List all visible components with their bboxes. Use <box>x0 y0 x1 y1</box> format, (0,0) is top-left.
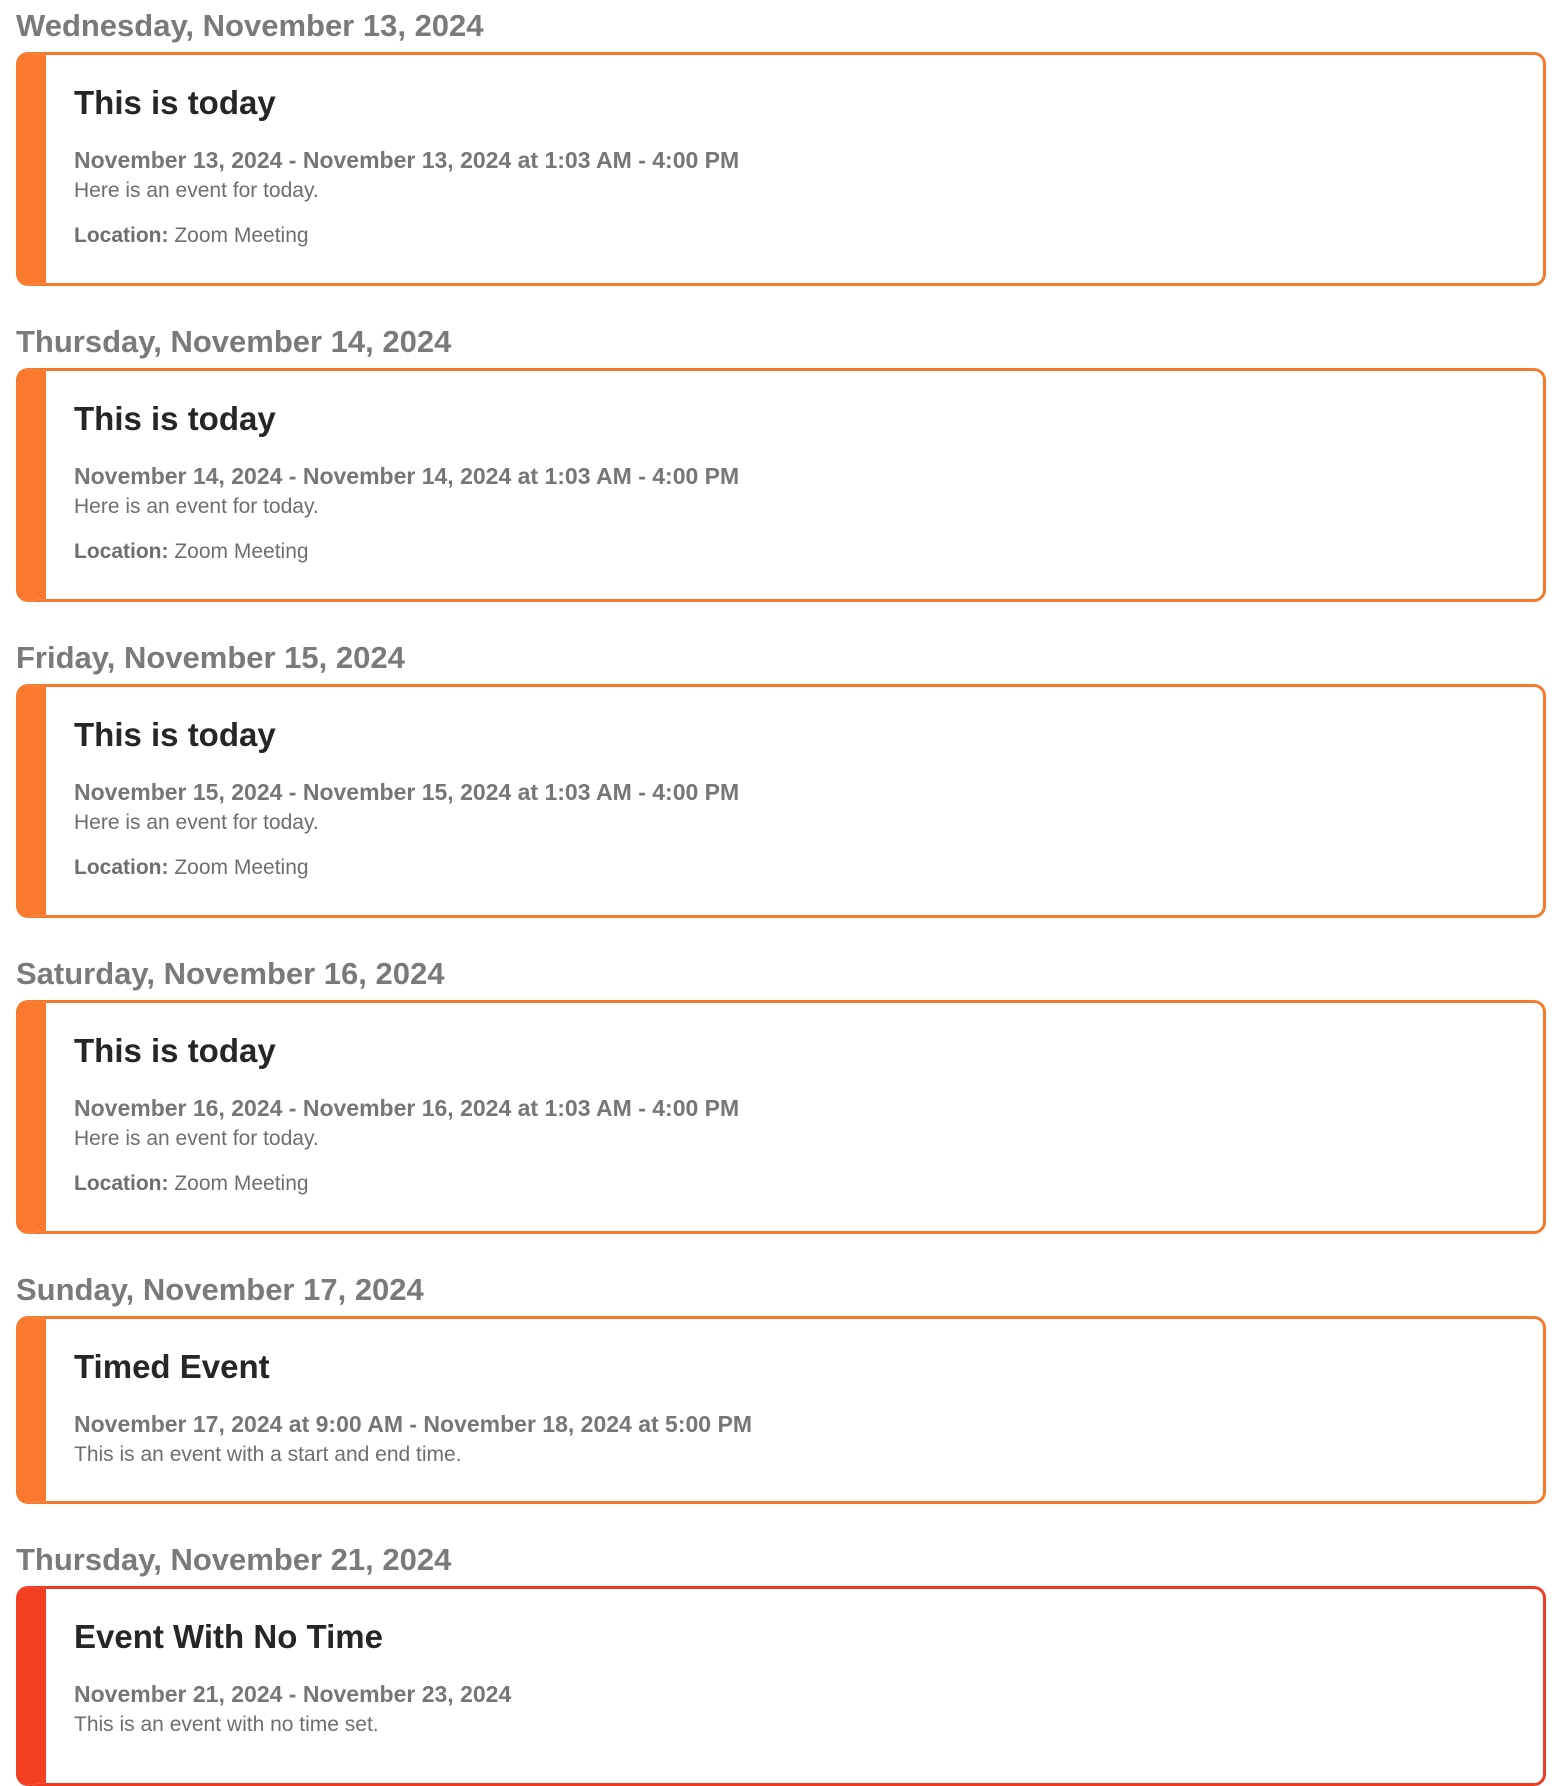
event-title[interactable]: This is today <box>74 83 1513 123</box>
event-card[interactable]: This is today November 14, 2024 - Novemb… <box>16 368 1546 602</box>
event-dates: November 17, 2024 at 9:00 AM - November … <box>74 1411 752 1437</box>
event-card[interactable]: This is today November 16, 2024 - Novemb… <box>16 1000 1546 1234</box>
day-heading: Friday, November 15, 2024 <box>16 640 405 675</box>
day-heading: Sunday, November 17, 2024 <box>16 1272 424 1307</box>
event-card[interactable]: Event With No Time November 21, 2024 - N… <box>16 1586 1546 1786</box>
event-card[interactable]: This is today November 15, 2024 - Novemb… <box>16 684 1546 918</box>
day-heading: Thursday, November 21, 2024 <box>16 1542 452 1577</box>
day-heading: Wednesday, November 13, 2024 <box>16 8 484 43</box>
event-dates: November 21, 2024 - November 23, 2024 <box>74 1681 512 1707</box>
event-list: Wednesday, November 13, 2024 This is tod… <box>16 0 1546 1786</box>
event-title[interactable]: This is today <box>74 1031 1513 1071</box>
event-dates: November 14, 2024 - November 14, 2024 at… <box>74 463 740 489</box>
event-title[interactable]: Event With No Time <box>74 1617 1513 1657</box>
location-label: Location: <box>74 856 169 879</box>
event-description: This is an event with a start and end ti… <box>74 1443 462 1466</box>
event-title[interactable]: This is today <box>74 399 1513 439</box>
event-description: Here is an event for today. <box>74 1127 319 1150</box>
event-location: Location: Zoom Meeting <box>74 537 1513 567</box>
event-location: Location: Zoom Meeting <box>74 221 1513 251</box>
day-heading: Saturday, November 16, 2024 <box>16 956 445 991</box>
event-location: Location: Zoom Meeting <box>74 853 1513 883</box>
location-value: Zoom Meeting <box>174 540 309 563</box>
event-description: Here is an event for today. <box>74 179 319 202</box>
location-label: Location: <box>74 224 169 247</box>
event-location: Location: Zoom Meeting <box>74 1169 1513 1199</box>
event-dates: November 13, 2024 - November 13, 2024 at… <box>74 147 740 173</box>
day-group: Wednesday, November 13, 2024 This is tod… <box>16 0 1546 286</box>
event-card[interactable]: This is today November 13, 2024 - Novemb… <box>16 52 1546 286</box>
day-group: Thursday, November 14, 2024 This is toda… <box>16 316 1546 602</box>
event-title[interactable]: This is today <box>74 715 1513 755</box>
location-value: Zoom Meeting <box>174 1172 309 1195</box>
event-dates: November 16, 2024 - November 16, 2024 at… <box>74 1095 740 1121</box>
event-description: Here is an event for today. <box>74 811 319 834</box>
location-label: Location: <box>74 1172 169 1195</box>
day-group: Thursday, November 21, 2024 Event With N… <box>16 1534 1546 1786</box>
location-value: Zoom Meeting <box>174 224 309 247</box>
event-dates: November 15, 2024 - November 15, 2024 at… <box>74 779 740 805</box>
location-value: Zoom Meeting <box>174 856 309 879</box>
event-title[interactable]: Timed Event <box>74 1347 1513 1387</box>
day-group: Saturday, November 16, 2024 This is toda… <box>16 948 1546 1234</box>
day-heading: Thursday, November 14, 2024 <box>16 324 452 359</box>
location-label: Location: <box>74 540 169 563</box>
day-group: Sunday, November 17, 2024 Timed Event No… <box>16 1264 1546 1504</box>
event-card[interactable]: Timed Event November 17, 2024 at 9:00 AM… <box>16 1316 1546 1504</box>
event-description: This is an event with no time set. <box>74 1713 379 1736</box>
day-group: Friday, November 15, 2024 This is today … <box>16 632 1546 918</box>
event-description: Here is an event for today. <box>74 495 319 518</box>
